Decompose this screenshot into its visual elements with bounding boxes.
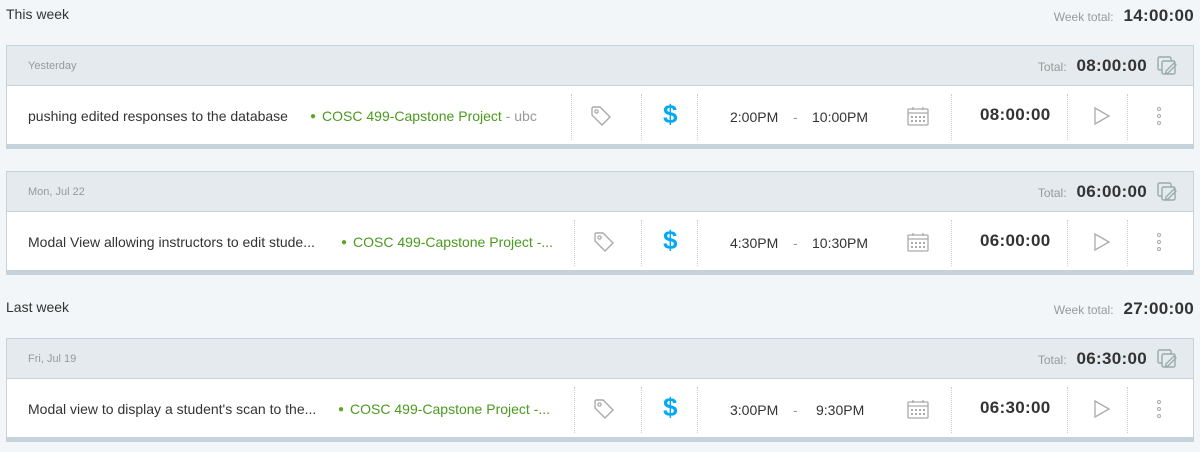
day-group-yesterday: Yesterday Total: 08:00:00 pushing edited…	[6, 45, 1194, 149]
tag-icon[interactable]	[593, 398, 615, 420]
day-header: Fri, Jul 19 Total: 06:30:00	[7, 339, 1193, 379]
week-total-label: Week total:	[1053, 10, 1114, 24]
project-client: - ubc	[501, 108, 537, 124]
day-total: Total: 08:00:00	[1038, 56, 1147, 76]
entry-duration[interactable]: 06:00:00	[980, 231, 1050, 251]
time-dash: -	[793, 109, 798, 125]
start-time[interactable]: 2:00PM	[730, 109, 778, 125]
time-dash: -	[793, 402, 798, 418]
start-time[interactable]: 3:00PM	[730, 402, 778, 418]
day-total-label: Total:	[1037, 60, 1067, 74]
divider	[697, 220, 698, 266]
week-title: This week	[6, 6, 70, 22]
day-total-value: 08:00:00	[1076, 56, 1147, 75]
day-total: Total: 06:00:00	[1038, 182, 1147, 202]
bulk-edit-icon[interactable]	[1157, 182, 1179, 202]
play-icon[interactable]	[1092, 105, 1112, 127]
entry-project[interactable]: ● COSC 499-Capstone Project - ubc	[310, 108, 550, 124]
project-dot-icon: ●	[341, 237, 348, 248]
tag-icon[interactable]	[590, 105, 612, 127]
week-total-value: 14:00:00	[1123, 6, 1194, 25]
entry-project[interactable]: ● COSC 499-Capstone Project -...	[338, 401, 552, 417]
day-total-value: 06:00:00	[1076, 182, 1147, 201]
more-vertical-icon[interactable]	[1155, 105, 1163, 129]
divider	[951, 220, 952, 266]
week-header-this-week: This week Week total: 14:00:00	[0, 0, 1200, 30]
project-name: COSC 499-Capstone Project	[322, 108, 502, 124]
bulk-edit-icon[interactable]	[1157, 349, 1179, 369]
calendar-icon[interactable]	[907, 399, 929, 419]
divider	[951, 387, 952, 433]
day-total: Total: 06:30:00	[1038, 349, 1147, 369]
tag-icon[interactable]	[593, 231, 615, 253]
divider	[1067, 94, 1068, 140]
more-vertical-icon[interactable]	[1155, 231, 1163, 255]
more-vertical-icon[interactable]	[1155, 398, 1163, 422]
entry-duration[interactable]: 06:30:00	[980, 398, 1050, 418]
day-label: Mon, Jul 22	[28, 186, 85, 198]
time-entry-row[interactable]: Modal View allowing instructors to edit …	[7, 212, 1193, 274]
divider	[641, 94, 642, 140]
entry-project[interactable]: ● COSC 499-Capstone Project -...	[341, 234, 555, 250]
divider	[641, 220, 642, 266]
end-time[interactable]: 9:30PM	[816, 402, 864, 418]
divider	[641, 387, 642, 433]
week-total: Week total: 27:00:00	[1054, 299, 1194, 319]
end-time[interactable]: 10:30PM	[812, 235, 868, 251]
project-name: COSC 499-Capstone Project -...	[353, 234, 554, 250]
week-total-label: Week total:	[1053, 303, 1114, 317]
divider	[951, 94, 952, 140]
billable-dollar-icon[interactable]: $	[663, 392, 677, 423]
project-dot-icon: ●	[310, 111, 317, 122]
divider	[574, 387, 575, 433]
day-total-value: 06:30:00	[1076, 349, 1147, 368]
day-total-label: Total:	[1037, 353, 1067, 367]
week-title: Last week	[6, 299, 70, 315]
bulk-edit-icon[interactable]	[1157, 56, 1179, 76]
time-entry-row[interactable]: pushing edited responses to the database…	[7, 86, 1193, 148]
time-dash: -	[793, 235, 798, 251]
entry-description[interactable]: pushing edited responses to the database	[28, 108, 298, 124]
billable-dollar-icon[interactable]: $	[663, 225, 677, 256]
time-entry-row[interactable]: Modal view to display a student's scan t…	[7, 379, 1193, 441]
play-icon[interactable]	[1092, 231, 1112, 253]
divider	[571, 94, 572, 140]
project-dot-icon: ●	[338, 404, 345, 415]
week-total-value: 27:00:00	[1123, 299, 1194, 318]
day-label: Fri, Jul 19	[28, 353, 77, 365]
week-header-last-week: Last week Week total: 27:00:00	[0, 293, 1200, 323]
play-icon[interactable]	[1092, 398, 1112, 420]
divider	[1127, 94, 1128, 140]
divider	[574, 220, 575, 266]
calendar-icon[interactable]	[907, 232, 929, 252]
calendar-icon[interactable]	[907, 106, 929, 126]
divider	[697, 387, 698, 433]
entry-duration[interactable]: 08:00:00	[980, 105, 1050, 125]
start-time[interactable]: 4:30PM	[730, 235, 778, 251]
end-time[interactable]: 10:00PM	[812, 109, 868, 125]
day-group-fri-jul-19: Fri, Jul 19 Total: 06:30:00 Modal view t…	[6, 338, 1194, 442]
divider	[1067, 387, 1068, 433]
entry-description[interactable]: Modal View allowing instructors to edit …	[28, 234, 328, 250]
divider	[1127, 387, 1128, 433]
day-header: Mon, Jul 22 Total: 06:00:00	[7, 172, 1193, 212]
day-group-mon-jul-22: Mon, Jul 22 Total: 06:00:00 Modal View a…	[6, 171, 1194, 275]
day-header: Yesterday Total: 08:00:00	[7, 46, 1193, 86]
week-total: Week total: 14:00:00	[1054, 6, 1194, 26]
divider	[1127, 220, 1128, 266]
divider	[697, 94, 698, 140]
billable-dollar-icon[interactable]: $	[663, 99, 677, 130]
divider	[1067, 220, 1068, 266]
entry-description[interactable]: Modal view to display a student's scan t…	[28, 401, 324, 417]
day-total-label: Total:	[1037, 186, 1067, 200]
day-label: Yesterday	[28, 60, 77, 72]
project-name: COSC 499-Capstone Project -...	[350, 401, 551, 417]
